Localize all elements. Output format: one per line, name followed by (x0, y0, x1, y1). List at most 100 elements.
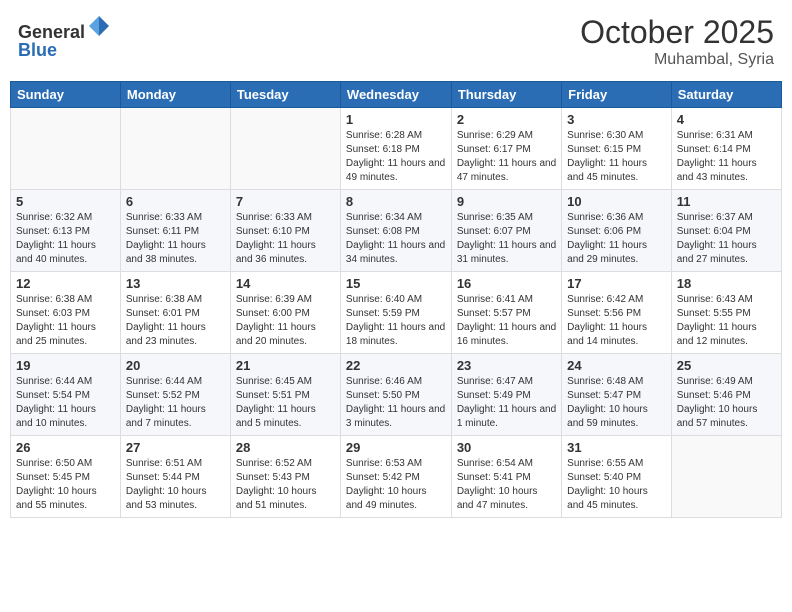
day-info: Sunrise: 6:40 AM Sunset: 5:59 PM Dayligh… (346, 293, 446, 349)
day-info: Sunrise: 6:38 AM Sunset: 6:03 PM Dayligh… (16, 293, 115, 349)
day-number: 25 (677, 358, 776, 373)
day-info: Sunrise: 6:42 AM Sunset: 5:56 PM Dayligh… (567, 293, 666, 349)
calendar-cell: 9 Sunrise: 6:35 AM Sunset: 6:07 PM Daylig… (451, 190, 561, 272)
day-info: Sunrise: 6:51 AM Sunset: 5:44 PM Dayligh… (126, 457, 225, 513)
day-info: Sunrise: 6:54 AM Sunset: 5:41 PM Dayligh… (457, 457, 556, 513)
day-info: Sunrise: 6:52 AM Sunset: 5:43 PM Dayligh… (236, 457, 335, 513)
day-number: 29 (346, 440, 446, 455)
calendar-cell: 11Sunrise: 6:37 AM Sunset: 6:04 PM Dayli… (671, 190, 781, 272)
day-info: Sunrise: 6:33 AM Sunset: 6:10 PM Dayligh… (236, 211, 335, 267)
day-number: 18 (677, 276, 776, 291)
day-number: 2 (457, 112, 556, 127)
day-number: 16 (457, 276, 556, 291)
day-info: Sunrise: 6:43 AM Sunset: 5:55 PM Dayligh… (677, 293, 776, 349)
day-number: 26 (16, 440, 115, 455)
day-number: 14 (236, 276, 335, 291)
day-number: 23 (457, 358, 556, 373)
calendar-week-row: 26 Sunrise: 6:50 AM Sunset: 5:45 PM Dayli… (11, 436, 782, 518)
day-number: 3 (567, 112, 666, 127)
calendar-cell: 29 Sunrise: 6:53 AM Sunset: 5:42 PM Dayli… (340, 436, 451, 518)
calendar-cell: 5Sunrise: 6:32 AM Sunset: 6:13 PM Daylig… (11, 190, 121, 272)
calendar-cell (671, 436, 781, 518)
calendar-cell: 6 Sunrise: 6:33 AM Sunset: 6:11 PM Daylig… (120, 190, 230, 272)
day-info: Sunrise: 6:48 AM Sunset: 5:47 PM Dayligh… (567, 375, 666, 431)
day-number: 10 (567, 194, 666, 209)
day-number: 13 (126, 276, 225, 291)
calendar-cell: 8Sunrise: 6:34 AM Sunset: 6:08 PM Daylig… (340, 190, 451, 272)
calendar-cell: 31 Sunrise: 6:55 AM Sunset: 5:40 PM Dayli… (562, 436, 672, 518)
calendar-cell: 22Sunrise: 6:46 AM Sunset: 5:50 PM Dayli… (340, 354, 451, 436)
day-number: 24 (567, 358, 666, 373)
day-info: Sunrise: 6:44 AM Sunset: 5:54 PM Dayligh… (16, 375, 115, 431)
day-number: 19 (16, 358, 115, 373)
calendar-cell: 15Sunrise: 6:40 AM Sunset: 5:59 PM Dayli… (340, 272, 451, 354)
day-info: Sunrise: 6:44 AM Sunset: 5:52 PM Dayligh… (126, 375, 225, 431)
calendar-cell: 24 Sunrise: 6:48 AM Sunset: 5:47 PM Dayli… (562, 354, 672, 436)
calendar-cell: 25 Sunrise: 6:49 AM Sunset: 5:46 PM Dayli… (671, 354, 781, 436)
day-number: 27 (126, 440, 225, 455)
calendar-cell: 27 Sunrise: 6:51 AM Sunset: 5:44 PM Dayli… (120, 436, 230, 518)
day-info: Sunrise: 6:28 AM Sunset: 6:18 PM Dayligh… (346, 129, 446, 185)
calendar-week-row: 1 Sunrise: 6:28 AM Sunset: 6:18 PM Daylig… (11, 108, 782, 190)
calendar-cell: 30 Sunrise: 6:54 AM Sunset: 5:41 PM Dayli… (451, 436, 561, 518)
calendar-cell (230, 108, 340, 190)
day-info: Sunrise: 6:55 AM Sunset: 5:40 PM Dayligh… (567, 457, 666, 513)
calendar-table: SundayMondayTuesdayWednesdayThursdayFrid… (10, 81, 782, 518)
calendar-cell: 12Sunrise: 6:38 AM Sunset: 6:03 PM Dayli… (11, 272, 121, 354)
day-info: Sunrise: 6:30 AM Sunset: 6:15 PM Dayligh… (567, 129, 666, 185)
day-info: Sunrise: 6:38 AM Sunset: 6:01 PM Dayligh… (126, 293, 225, 349)
day-info: Sunrise: 6:49 AM Sunset: 5:46 PM Dayligh… (677, 375, 776, 431)
calendar-cell: 16 Sunrise: 6:41 AM Sunset: 5:57 PM Dayli… (451, 272, 561, 354)
month-title: October 2025 (580, 14, 774, 51)
calendar-cell: 1 Sunrise: 6:28 AM Sunset: 6:18 PM Daylig… (340, 108, 451, 190)
calendar-cell: 18 Sunrise: 6:43 AM Sunset: 5:55 PM Dayli… (671, 272, 781, 354)
calendar-cell: 17 Sunrise: 6:42 AM Sunset: 5:56 PM Dayli… (562, 272, 672, 354)
weekday-header: Wednesday (340, 82, 451, 108)
day-info: Sunrise: 6:47 AM Sunset: 5:49 PM Dayligh… (457, 375, 556, 431)
day-info: Sunrise: 6:46 AM Sunset: 5:50 PM Dayligh… (346, 375, 446, 431)
calendar-cell: 4 Sunrise: 6:31 AM Sunset: 6:14 PM Daylig… (671, 108, 781, 190)
weekday-header: Saturday (671, 82, 781, 108)
calendar-cell (11, 108, 121, 190)
calendar-cell (120, 108, 230, 190)
weekday-header-row: SundayMondayTuesdayWednesdayThursdayFrid… (11, 82, 782, 108)
calendar-cell: 23 Sunrise: 6:47 AM Sunset: 5:49 PM Dayli… (451, 354, 561, 436)
day-number: 4 (677, 112, 776, 127)
logo-icon (87, 14, 111, 38)
calendar-week-row: 12Sunrise: 6:38 AM Sunset: 6:03 PM Dayli… (11, 272, 782, 354)
calendar-cell: 3 Sunrise: 6:30 AM Sunset: 6:15 PM Daylig… (562, 108, 672, 190)
day-number: 17 (567, 276, 666, 291)
day-info: Sunrise: 6:41 AM Sunset: 5:57 PM Dayligh… (457, 293, 556, 349)
day-number: 28 (236, 440, 335, 455)
calendar-cell: 14Sunrise: 6:39 AM Sunset: 6:00 PM Dayli… (230, 272, 340, 354)
day-info: Sunrise: 6:33 AM Sunset: 6:11 PM Dayligh… (126, 211, 225, 267)
weekday-header: Tuesday (230, 82, 340, 108)
day-number: 30 (457, 440, 556, 455)
day-number: 9 (457, 194, 556, 209)
calendar-cell: 2 Sunrise: 6:29 AM Sunset: 6:17 PM Daylig… (451, 108, 561, 190)
calendar-week-row: 5Sunrise: 6:32 AM Sunset: 6:13 PM Daylig… (11, 190, 782, 272)
page-header: General Blue October 2025 Muhambal, Syri… (10, 10, 782, 73)
calendar-week-row: 19 Sunrise: 6:44 AM Sunset: 5:54 PM Dayli… (11, 354, 782, 436)
calendar-cell: 28 Sunrise: 6:52 AM Sunset: 5:43 PM Dayli… (230, 436, 340, 518)
day-info: Sunrise: 6:31 AM Sunset: 6:14 PM Dayligh… (677, 129, 776, 185)
calendar-cell: 7Sunrise: 6:33 AM Sunset: 6:10 PM Daylig… (230, 190, 340, 272)
logo: General Blue (18, 14, 111, 61)
day-number: 8 (346, 194, 446, 209)
day-info: Sunrise: 6:35 AM Sunset: 6:07 PM Dayligh… (457, 211, 556, 267)
weekday-header: Friday (562, 82, 672, 108)
day-info: Sunrise: 6:53 AM Sunset: 5:42 PM Dayligh… (346, 457, 446, 513)
day-number: 31 (567, 440, 666, 455)
weekday-header: Sunday (11, 82, 121, 108)
calendar-cell: 10 Sunrise: 6:36 AM Sunset: 6:06 PM Dayli… (562, 190, 672, 272)
weekday-header: Thursday (451, 82, 561, 108)
day-info: Sunrise: 6:36 AM Sunset: 6:06 PM Dayligh… (567, 211, 666, 267)
day-info: Sunrise: 6:50 AM Sunset: 5:45 PM Dayligh… (16, 457, 115, 513)
day-number: 1 (346, 112, 446, 127)
day-number: 6 (126, 194, 225, 209)
day-number: 20 (126, 358, 225, 373)
day-number: 21 (236, 358, 335, 373)
day-info: Sunrise: 6:29 AM Sunset: 6:17 PM Dayligh… (457, 129, 556, 185)
day-info: Sunrise: 6:32 AM Sunset: 6:13 PM Dayligh… (16, 211, 115, 267)
day-number: 11 (677, 194, 776, 209)
